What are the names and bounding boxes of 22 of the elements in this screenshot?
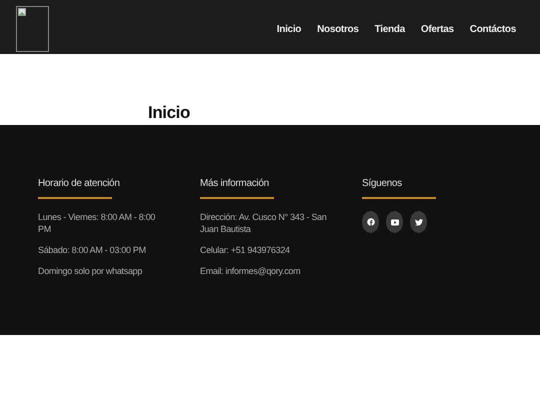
info-text: Email: informes@qory.com bbox=[200, 265, 302, 277]
broken-image-icon[interactable] bbox=[16, 6, 49, 52]
column-heading: Síguenos bbox=[362, 178, 402, 189]
nav-link[interactable]: Contáctos bbox=[470, 24, 516, 35]
info-text: Celular: +51 943976324 bbox=[200, 244, 291, 256]
nav-link[interactable]: Inicio bbox=[276, 24, 302, 35]
info-text: Domingo solo por whatsapp bbox=[38, 265, 144, 277]
facebook-button[interactable] bbox=[362, 211, 379, 233]
bird-icon bbox=[414, 218, 422, 226]
column-heading: Más información bbox=[200, 178, 269, 189]
info-text: Dirección: Av. Cusco N° 343 - San Juan Bautista bbox=[200, 211, 328, 235]
nav-link[interactable]: Tienda bbox=[374, 24, 405, 35]
info-text: Sábado: 8:00 AM - 03:00 PM bbox=[38, 244, 147, 256]
nav-link[interactable]: Nosotros bbox=[317, 24, 359, 35]
column-heading: Horario de atención bbox=[38, 178, 120, 189]
play-button[interactable] bbox=[386, 211, 403, 233]
facebook-icon bbox=[366, 218, 374, 226]
page-title: Inicio bbox=[148, 103, 190, 123]
play-icon bbox=[390, 218, 398, 226]
bird-button[interactable] bbox=[410, 211, 427, 233]
info-text: Lunes - Viernes: 8:00 AM - 8:00 PM bbox=[38, 211, 156, 235]
nav-link[interactable]: Ofertas bbox=[420, 24, 454, 35]
